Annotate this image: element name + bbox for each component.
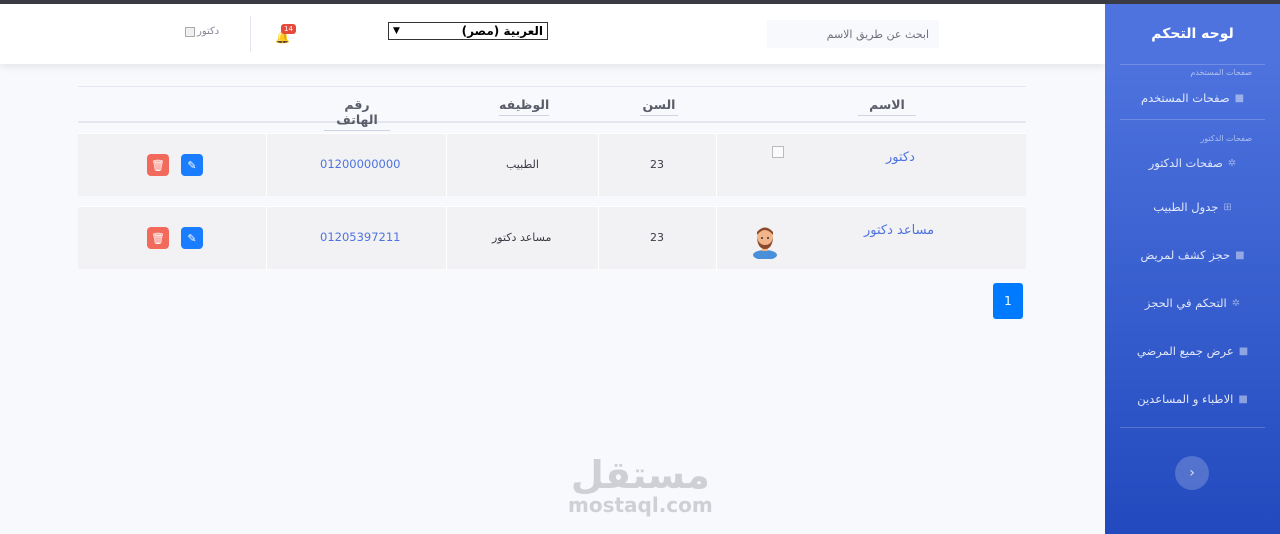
trash-icon: 🗑 — [151, 231, 165, 245]
sidebar-item-booking-control[interactable]: ✲ التحكم في الحجز — [1105, 279, 1280, 327]
doctor-age: 23 — [650, 158, 664, 171]
sidebar-item-label: التحكم في الحجز — [1144, 296, 1227, 310]
sidebar-divider — [1120, 427, 1265, 428]
watermark-arabic: مستقل — [570, 453, 710, 497]
sidebar-item-doctor-schedule[interactable]: ⊞ جدول الطبيب — [1105, 183, 1280, 231]
column-separator — [446, 134, 447, 197]
column-header-phone[interactable]: رقم الهاتف — [324, 97, 390, 131]
language-select[interactable]: العربية (مصر) ▼ — [388, 22, 548, 40]
folder-icon: ■ — [1238, 393, 1248, 405]
sidebar-item-all-patients[interactable]: ■ عرض جميع المرضي — [1105, 327, 1280, 375]
language-select-value: العربية (مصر) — [461, 24, 543, 38]
sidebar-brand[interactable]: لوحه التحكم — [1105, 4, 1280, 64]
watermark-english: mostaql.com — [568, 493, 713, 517]
sidebar-toggle-button[interactable]: ‹ — [1175, 456, 1209, 490]
assistant-phone-link[interactable]: 01205397211 — [320, 230, 400, 244]
table-header: الاسم السن الوظيفه رقم الهاتف — [78, 86, 1026, 131]
column-separator — [716, 134, 717, 197]
pencil-icon: ✎ — [187, 158, 197, 172]
gear-icon: ✲ — [1227, 157, 1237, 169]
doctor-phone-link[interactable]: 01200000000 — [320, 157, 400, 171]
delete-button[interactable]: 🗑 — [147, 154, 169, 176]
delete-button[interactable]: 🗑 — [147, 227, 169, 249]
search-input[interactable] — [767, 20, 939, 48]
sidebar-heading-user: صفحات المستخدم — [1190, 68, 1252, 77]
column-header-job[interactable]: الوظيفه — [499, 97, 549, 116]
edit-button[interactable]: ✎ — [181, 154, 203, 176]
notifications-button[interactable]: 🔔 14 — [275, 24, 297, 44]
sidebar-item-doctor-pages[interactable]: ✲ صفحات الدكتور — [1105, 143, 1280, 183]
sidebar-item-label: الاطباء و المساعدين — [1137, 392, 1234, 406]
chevron-down-icon: ▼ — [393, 26, 400, 36]
column-separator — [598, 134, 599, 197]
watermark: مستقل mostaql.com — [568, 456, 713, 516]
sidebar-item-label: صفحات الدكتور — [1148, 156, 1223, 170]
edit-button[interactable]: ✎ — [181, 227, 203, 249]
folder-icon: ■ — [1235, 249, 1245, 261]
sidebar-item-label: صفحات المستخدم — [1140, 91, 1230, 105]
folder-icon: ■ — [1238, 345, 1249, 357]
sidebar-item-label: جدول الطبيب — [1153, 200, 1219, 214]
gear-icon: ✲ — [1231, 297, 1241, 309]
sidebar: لوحه التحكم صفحات المستخدم ■ صفحات المست… — [1105, 4, 1280, 534]
doctors-table: الاسم السن الوظيفه رقم الهاتف — [78, 86, 1026, 131]
column-separator — [598, 207, 599, 270]
doctor-job: الطبيب — [506, 158, 539, 171]
sidebar-item-label: عرض جميع المرضي — [1136, 344, 1234, 358]
user-avatar-alt-text: دكتور — [197, 26, 220, 37]
sidebar-heading-doctor: صفحات الدكتور — [1200, 134, 1252, 143]
doctor-photo-broken-image — [772, 146, 784, 158]
column-separator — [266, 207, 267, 270]
folder-icon: ■ — [1234, 92, 1245, 104]
user-avatar-broken-image — [185, 26, 195, 37]
assistant-job: مساعد دكتور — [492, 231, 552, 244]
sidebar-item-doctors-assistants[interactable]: ■ الاطباء و المساعدين — [1105, 375, 1280, 423]
pagination-page-1[interactable]: 1 — [993, 283, 1023, 319]
trash-icon: 🗑 — [151, 158, 165, 172]
table-row: دكتور 23 الطبيب 01200000000 ✎ 🗑 — [78, 133, 1026, 197]
assistant-name-link[interactable]: مساعد دكتور — [864, 223, 934, 238]
user-menu[interactable]: دكتور — [185, 26, 219, 37]
doctor-name-link[interactable]: دكتور — [886, 150, 915, 165]
avatar-icon — [753, 227, 777, 259]
sidebar-item-user-pages[interactable]: ■ صفحات المستخدم — [1105, 77, 1280, 119]
sidebar-item-book-appointment[interactable]: ■ حجز كشف لمريض — [1105, 231, 1280, 279]
topbar: العربية (مصر) ▼ 🔔 14 دكتور — [0, 4, 1105, 64]
assistant-age: 23 — [650, 231, 664, 244]
column-header-age[interactable]: السن — [640, 97, 678, 116]
column-separator — [446, 207, 447, 270]
table-row: مساعد دكتور 23 مساعد دكتور 01205397211 ✎… — [78, 206, 1026, 270]
sidebar-item-label: حجز كشف لمريض — [1140, 248, 1231, 262]
table-icon: ⊞ — [1223, 201, 1232, 213]
chevron-left-icon: ‹ — [1189, 465, 1195, 481]
topbar-divider — [250, 16, 251, 52]
column-header-name[interactable]: الاسم — [858, 97, 916, 116]
pencil-icon: ✎ — [187, 231, 197, 245]
notification-badge: 14 — [281, 24, 296, 34]
column-separator — [266, 134, 267, 197]
column-separator — [716, 207, 717, 270]
